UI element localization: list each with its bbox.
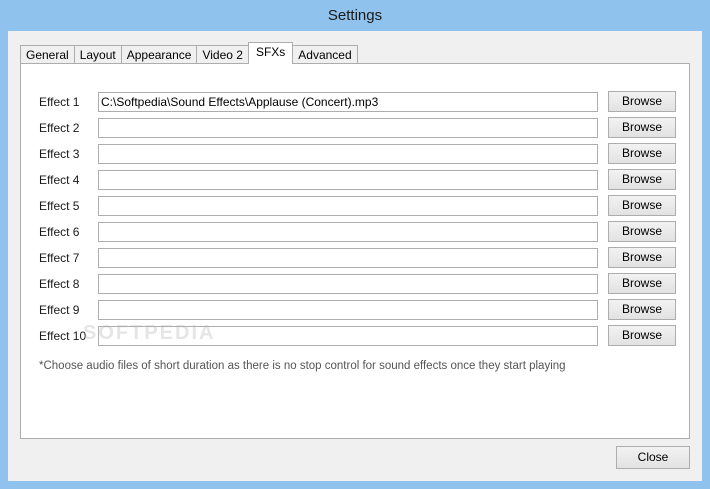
effect-label: Effect 6 [39,225,80,239]
effect-label: Effect 2 [39,121,80,135]
tab-video-2[interactable]: Video 2 [196,45,249,64]
softpedia-watermark: SOFTPEDIA [83,322,216,344]
effect-10-browse-button[interactable]: Browse [608,325,676,346]
effect-8-path-input[interactable] [98,274,598,294]
effect-row-2: Effect 2 Browse [21,117,691,140]
tab-appearance[interactable]: Appearance [120,45,198,64]
effect-1-path-input[interactable]: C:\Softpedia\Sound Effects\Applause (Con… [98,92,598,112]
effect-label: Effect 7 [39,251,80,265]
effect-7-path-input[interactable] [98,248,598,268]
effect-row-5: Effect 5 Browse [21,195,691,218]
effect-1-browse-button[interactable]: Browse [608,91,676,112]
effect-label: Effect 4 [39,173,80,187]
tab-advanced[interactable]: Advanced [292,45,358,64]
effect-row-4: Effect 4 Browse [21,169,691,192]
tab-layout[interactable]: Layout [73,45,122,64]
tab-sfxs[interactable]: SFXs [247,42,294,64]
effect-row-1: Effect 1 C:\Softpedia\Sound Effects\Appl… [21,91,691,114]
effect-7-browse-button[interactable]: Browse [608,247,676,268]
sfx-duration-note: *Choose audio files of short duration as… [39,360,566,372]
effect-label: Effect 9 [39,303,80,317]
window-title: Settings [327,7,383,24]
effect-4-browse-button[interactable]: Browse [608,169,676,190]
dialog-client-area: General Layout Appearance Video 2 SFXs A… [8,31,702,481]
effect-label: Effect 3 [39,147,80,161]
effect-label: Effect 5 [39,199,80,213]
close-button[interactable]: Close [616,446,690,469]
effect-6-path-input[interactable] [98,222,598,242]
effect-2-path-input[interactable] [98,118,598,138]
effect-row-3: Effect 3 Browse [21,143,691,166]
effect-6-browse-button[interactable]: Browse [608,221,676,242]
effect-row-7: Effect 7 Browse [21,247,691,270]
effect-label: Effect 1 [39,95,80,109]
effect-5-path-input[interactable] [98,196,598,216]
effect-row-6: Effect 6 Browse [21,221,691,244]
effect-9-path-input[interactable] [98,300,598,320]
effect-8-browse-button[interactable]: Browse [608,273,676,294]
sfx-tab-panel: Effect 1 C:\Softpedia\Sound Effects\Appl… [20,63,690,439]
effect-label: Effect 10 [39,329,87,343]
effect-5-browse-button[interactable]: Browse [608,195,676,216]
tab-general[interactable]: General [20,45,75,64]
effect-3-path-input[interactable] [98,144,598,164]
tab-strip: General Layout Appearance Video 2 SFXs A… [20,42,358,64]
effect-4-path-input[interactable] [98,170,598,190]
effect-row-8: Effect 8 Browse [21,273,691,296]
settings-window: Settings General Layout Appearance Video… [0,0,710,489]
effect-label: Effect 8 [39,277,80,291]
effect-9-browse-button[interactable]: Browse [608,299,676,320]
effect-row-9: Effect 9 Browse [21,299,691,322]
effect-3-browse-button[interactable]: Browse [608,143,676,164]
effect-2-browse-button[interactable]: Browse [608,117,676,138]
